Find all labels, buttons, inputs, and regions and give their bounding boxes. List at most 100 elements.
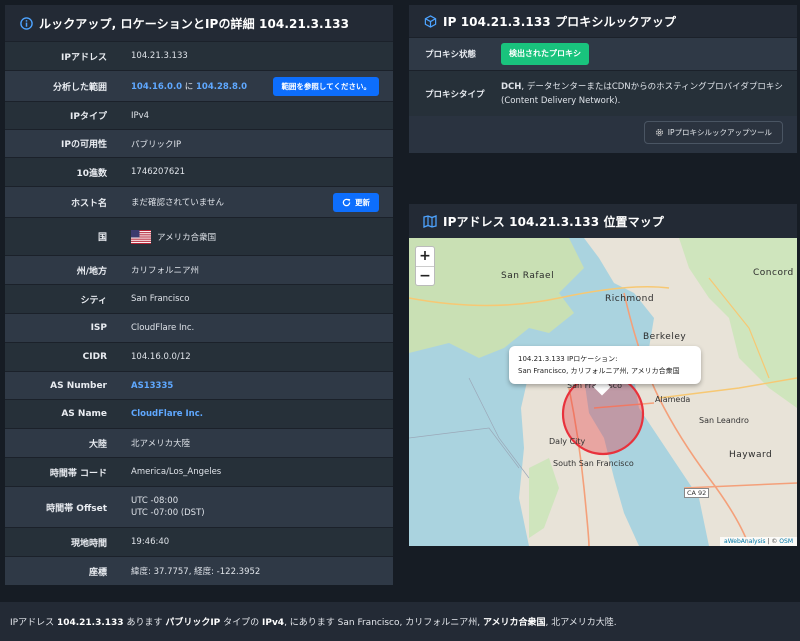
row-country: 国 アメリカ合衆国 bbox=[5, 217, 393, 255]
row-local-time: 現地時間 19:46:40 bbox=[5, 527, 393, 556]
proxy-type-label: プロキシタイプ bbox=[425, 89, 485, 100]
row-label: 座標 bbox=[88, 567, 107, 578]
row-label: 現地時間 bbox=[70, 538, 107, 549]
summary-part: あります bbox=[123, 618, 166, 628]
row-timezone-offset: 時間帯 Offset UTC -08:00 UTC -07:00 (DST) bbox=[5, 486, 393, 527]
country-value: アメリカ合衆国 bbox=[157, 232, 217, 243]
row-label: IPタイプ bbox=[70, 112, 107, 122]
refresh-icon bbox=[342, 198, 351, 206]
view-range-button[interactable]: 範囲を参照してください。 bbox=[273, 76, 379, 96]
offset-dst: UTC -07:00 (DST) bbox=[131, 508, 205, 518]
map-label-richmond: Richmond bbox=[605, 294, 655, 304]
map-label-berkeley: Berkeley bbox=[643, 332, 687, 342]
row-decimal: 10進数 1746207621 bbox=[5, 157, 393, 186]
row-label: IPの可用性 bbox=[61, 140, 107, 150]
proxy-type-value: , データセンターまたはCDNからのホスティングプロバイダプロキシ (Conte… bbox=[501, 81, 783, 106]
row-ip-type: IPタイプ IPv4 bbox=[5, 101, 393, 129]
row-hostname: ホスト名 まだ確認されていません 更新 bbox=[5, 186, 393, 217]
offset-standard: UTC -08:00 bbox=[131, 496, 179, 506]
gear-icon bbox=[655, 128, 663, 137]
summary-footer: IPアドレス 104.21.3.133 あります パブリックIP タイプの IP… bbox=[0, 602, 800, 641]
summary-text: IPアドレス 104.21.3.133 あります パブリックIP タイプの IP… bbox=[10, 615, 617, 628]
proxy-lookup-panel: IP 104.21.3.133 プロキシルックアップ プロキシ状態 検出されたプ… bbox=[409, 5, 797, 153]
map-label-san-rafael: San Rafael bbox=[501, 271, 555, 281]
ip-details-panel: ルックアップ, ロケーションとIPの詳細 104.21.3.133 IPアドレス… bbox=[5, 5, 393, 585]
row-ip-availability: IPの可用性 パブリックIP bbox=[5, 129, 393, 157]
ip-availability-value: パブリックIP bbox=[131, 139, 182, 150]
row-label: IPアドレス bbox=[61, 52, 107, 63]
attribution-separator: | © bbox=[765, 538, 780, 545]
row-label: 国 bbox=[97, 233, 107, 243]
range-end-link[interactable]: 104.28.8.0 bbox=[196, 82, 247, 92]
row-label: 大陸 bbox=[88, 439, 107, 450]
row-as-number: AS Number AS13335 bbox=[5, 371, 393, 399]
summary-type: IPv4 bbox=[262, 618, 285, 628]
row-label: AS Name bbox=[61, 409, 107, 419]
row-coordinates: 座標 緯度: 37.7757, 経度: -122.3952 bbox=[5, 556, 393, 585]
map-label-south-sf: South San Francisco bbox=[553, 459, 634, 468]
location-map-panel: IPアドレス 104.21.3.133 位置マップ San Rafael Ric… bbox=[409, 204, 797, 546]
refresh-button[interactable]: 更新 bbox=[333, 192, 379, 212]
location-popup: 104.21.3.133 IPロケーション: San Francisco, カリ… bbox=[509, 346, 701, 384]
cidr-value: 104.16.0.0/12 bbox=[131, 352, 191, 362]
state-value: カリフォルニア州 bbox=[131, 266, 200, 276]
row-label: ISP bbox=[90, 323, 107, 333]
map-label-daly-city: Daly City bbox=[549, 437, 586, 446]
osm-link[interactable]: OSM bbox=[779, 538, 793, 545]
ip-address-value: 104.21.3.133 bbox=[131, 51, 188, 61]
proxy-lookup-tool-button[interactable]: IPプロキシルックアップツール bbox=[643, 121, 783, 144]
coordinates-value: 緯度: 37.7757, 経度: -122.3952 bbox=[131, 567, 261, 577]
popup-line-1: 104.21.3.133 IPロケーション: bbox=[518, 355, 618, 363]
row-ip-address: IPアドレス 104.21.3.133 bbox=[5, 41, 393, 70]
ip-details-header: ルックアップ, ロケーションとIPの詳細 104.21.3.133 bbox=[5, 5, 393, 41]
summary-part: IPアドレス bbox=[10, 618, 57, 628]
row-label: 州/地方 bbox=[76, 266, 107, 277]
row-continent: 大陸 北アメリカ大陸 bbox=[5, 428, 393, 457]
row-isp: ISP CloudFlare Inc. bbox=[5, 313, 393, 342]
map-icon bbox=[423, 214, 437, 228]
attribution-link[interactable]: aWebAnalysis bbox=[724, 538, 765, 545]
proxy-header: IP 104.21.3.133 プロキシルックアップ bbox=[409, 5, 797, 37]
row-label: 10進数 bbox=[76, 168, 107, 179]
map-label-hayward: Hayward bbox=[729, 450, 773, 460]
row-timezone: 時間帯 コード America/Los_Angeles bbox=[5, 457, 393, 486]
proxy-tool-label: IPプロキシルックアップツール bbox=[667, 128, 772, 137]
proxy-title: IP 104.21.3.133 プロキシルックアップ bbox=[443, 14, 677, 29]
map-attribution: aWebAnalysis | © OSM bbox=[720, 537, 797, 546]
us-flag-icon bbox=[131, 229, 151, 244]
map-label-san-leandro: San Leandro bbox=[699, 416, 749, 425]
map-title: IPアドレス 104.21.3.133 位置マップ bbox=[443, 214, 664, 229]
range-start-link[interactable]: 104.16.0.0 bbox=[131, 82, 182, 92]
continent-value: 北アメリカ大陸 bbox=[131, 439, 191, 449]
row-as-name: AS Name CloudFlare Inc. bbox=[5, 399, 393, 428]
summary-ip: 104.21.3.133 bbox=[56, 618, 124, 628]
row-label: AS Number bbox=[50, 380, 107, 391]
row-label: 時間帯 Offset bbox=[46, 503, 107, 514]
row-label: ホスト名 bbox=[70, 198, 107, 209]
location-map[interactable]: San Rafael Richmond Berkeley Concord Ala… bbox=[409, 238, 797, 546]
summary-part: タイプの bbox=[220, 618, 262, 628]
popup-line-2: San Francisco, カリフォルニア州, アメリカ合衆国 bbox=[518, 367, 680, 375]
row-label: 時間帯 コード bbox=[49, 468, 107, 479]
timezone-value: America/Los_Angeles bbox=[131, 467, 222, 477]
hostname-value: まだ確認されていません bbox=[131, 198, 224, 208]
row-state: 州/地方 カリフォルニア州 bbox=[5, 255, 393, 284]
zoom-control: + − bbox=[415, 246, 435, 286]
isp-value: CloudFlare Inc. bbox=[131, 323, 195, 333]
summary-country: アメリカ合衆国 bbox=[482, 618, 546, 628]
summary-availability: パブリックIP bbox=[165, 618, 221, 628]
proxy-type-code: DCH bbox=[501, 81, 522, 92]
row-label: シティ bbox=[80, 295, 107, 306]
as-name-link[interactable]: CloudFlare Inc. bbox=[131, 409, 203, 419]
zoom-out-button[interactable]: − bbox=[416, 266, 434, 285]
as-number-link[interactable]: AS13335 bbox=[131, 381, 173, 391]
proxy-type-row: プロキシタイプ DCH, データセンターまたはCDNからのホスティングプロバイダ… bbox=[409, 70, 797, 116]
cube-icon bbox=[423, 14, 437, 28]
ip-type-value: IPv4 bbox=[131, 110, 150, 121]
zoom-in-button[interactable]: + bbox=[416, 247, 434, 266]
ip-details-title: ルックアップ, ロケーションとIPの詳細 104.21.3.133 bbox=[39, 16, 350, 31]
proxy-status-row: プロキシ状態 検出されたプロキシ bbox=[409, 37, 797, 70]
map-label-alameda: Alameda bbox=[655, 395, 691, 404]
row-label: CIDR bbox=[82, 352, 107, 362]
row-city: シティ San Francisco bbox=[5, 284, 393, 313]
